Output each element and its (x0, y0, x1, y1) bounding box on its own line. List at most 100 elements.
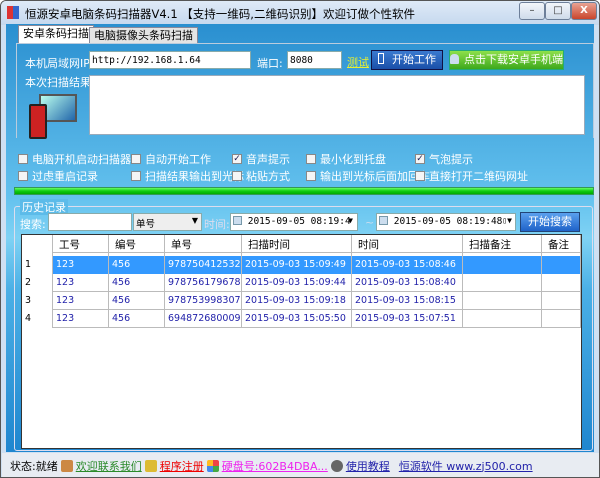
table-row[interactable]: 4 123 456 6948726800099 2015-09-03 15:05:50 2… (22, 310, 581, 328)
progress-bar (14, 187, 594, 195)
option-label: 扫描结果输出到光标 (145, 170, 244, 183)
checkbox-icon (415, 171, 425, 181)
checkbox-icon (131, 154, 141, 164)
column-header[interactable]: 扫描时间 (242, 235, 352, 256)
grid-cell: 9787504125323 (165, 256, 242, 274)
ip-input[interactable] (89, 51, 251, 69)
search-input[interactable] (48, 213, 132, 231)
title-bar: 恒源安卓电脑条码扫描器V4.1 【支持一维码,二维码识别】欢迎订做个性软件 – … (1, 1, 599, 25)
column-header[interactable]: 扫描备注 (463, 235, 542, 256)
register-link[interactable]: 程序注册 (160, 458, 204, 474)
checkbox-icon (306, 171, 316, 181)
checkbox-icon (233, 216, 242, 225)
lock-icon (144, 459, 157, 472)
status-bar: 状态:就绪 欢迎联系我们 程序注册 硬盘号:602B4DBA... 使用教程 恒… (2, 453, 599, 477)
option-checkbox[interactable]: 粘贴方式 (232, 168, 290, 184)
port-label: 端口: (257, 57, 283, 70)
date-from-value: 2015-09-05 08:19:4 (247, 216, 351, 227)
table-row[interactable]: 2 123 456 9787561796788 2015-09-03 15:09:44 2… (22, 274, 581, 292)
checkbox-icon: ✓ (415, 154, 425, 164)
result-label: 本次扫描结果: (25, 76, 95, 89)
field-select-value: 单号 (136, 219, 156, 230)
column-header[interactable]: 备注 (542, 235, 581, 256)
grid-cell: 9787539983073 (165, 292, 242, 310)
grid-cell: 456 (109, 274, 165, 292)
tab-camera-scan[interactable]: 电脑摄像头条码扫描 (89, 27, 198, 43)
grid-cell: 456 (109, 310, 165, 328)
download-android-button[interactable]: 点击下载安卓手机端 (449, 50, 564, 70)
start-work-button[interactable]: 开始工作 (371, 50, 443, 70)
scan-panel: 本机局域网IP: 端口: 测试 开始工作 点击下载安卓手机端 本次扫描结果: (16, 43, 594, 139)
date-to-value: 2015-09-05 08:19:48 (393, 216, 503, 227)
field-select[interactable]: 单号 ▼ (133, 213, 202, 231)
option-label: 过虑重启记录 (32, 170, 98, 183)
grid-cell: 123 (53, 292, 109, 310)
option-checkbox[interactable]: 自动开始工作 (131, 151, 211, 167)
option-checkbox[interactable]: 过虑重启记录 (18, 168, 98, 184)
contact-link[interactable]: 欢迎联系我们 (76, 458, 142, 474)
table-row[interactable]: 3 123 456 9787539983073 2015-09-03 15:09:18 2… (22, 292, 581, 310)
port-input[interactable] (287, 51, 342, 69)
column-header[interactable]: 工号 (53, 235, 109, 256)
grid-cell (463, 310, 542, 328)
app-window: 恒源安卓电脑条码扫描器V4.1 【支持一维码,二维码识别】欢迎订做个性软件 – … (0, 0, 600, 478)
option-checkbox[interactable]: 扫描结果输出到光标 (131, 168, 244, 184)
phone-scan-illustration (27, 94, 79, 139)
option-checkbox[interactable]: 电脑开机启动扫描器 (18, 151, 131, 167)
option-checkbox[interactable]: ✓ 音声提示 (232, 151, 290, 167)
row-number: 2 (22, 274, 53, 292)
start-search-button[interactable]: 开始搜索 (520, 212, 580, 232)
grid-cell: 6948726800099 (165, 310, 242, 328)
grid-cell: 123 (53, 310, 109, 328)
grid-cell: 2015-09-03 15:08:46 (352, 256, 463, 274)
option-checkbox[interactable]: 输出到光标后面加回车 (306, 168, 430, 184)
option-label: 电脑开机启动扫描器 (32, 153, 131, 166)
contact-icon (60, 459, 73, 472)
column-header[interactable]: 单号 (165, 235, 242, 256)
option-checkbox[interactable]: ✓ 气泡提示 (415, 151, 473, 167)
table-row[interactable]: 1 123 456 9787504125323 2015-09-03 15:09:49 2… (22, 256, 581, 274)
date-from-picker[interactable]: 2015-09-05 08:19:4 ▼ (230, 213, 358, 231)
option-label: 音声提示 (246, 153, 290, 166)
row-header-corner[interactable] (22, 235, 53, 256)
grid-cell (542, 256, 581, 274)
grid-cell: 2015-09-03 15:08:40 (352, 274, 463, 292)
option-label: 粘贴方式 (246, 170, 290, 183)
checkbox-icon (18, 154, 28, 164)
grid-cell: 2015-09-03 15:08:15 (352, 292, 463, 310)
option-checkbox[interactable]: 直接打开二维码网址 (415, 168, 528, 184)
column-header[interactable]: 时间 (352, 235, 463, 256)
test-link[interactable]: 测试 (347, 54, 369, 70)
search-label: 搜索: (20, 218, 46, 231)
calendar-dropdown-icon: ▯▼ (502, 216, 512, 225)
disk-id-link[interactable]: 硬盘号:602B4DBA... (222, 458, 328, 474)
grid-cell: 2015-09-03 15:09:49 (242, 256, 352, 274)
option-checkbox[interactable]: 最小化到托盘 (306, 151, 386, 167)
chevron-down-icon: ▼ (348, 216, 353, 225)
tutorial-link[interactable]: 使用教程 (346, 458, 390, 474)
option-label: 直接打开二维码网址 (429, 170, 528, 183)
checkbox-icon (18, 171, 28, 181)
option-label: 自动开始工作 (145, 153, 211, 166)
download-label: 点击下载安卓手机端 (464, 53, 563, 66)
date-to-picker[interactable]: 2015-09-05 08:19:48 ▯▼ (376, 213, 516, 231)
option-label: 输出到光标后面加回车 (320, 170, 430, 183)
chevron-down-icon: ▼ (191, 216, 198, 225)
checkbox-icon (379, 216, 388, 225)
scan-result-textarea[interactable] (89, 75, 585, 135)
row-number: 3 (22, 292, 53, 310)
option-label: 最小化到托盘 (320, 153, 386, 166)
grid-cell (542, 274, 581, 292)
history-grid: 工号 编号 单号 扫描时间 时间 扫描备注 备注 1 123 456 9787504125323 20… (21, 234, 582, 449)
status-text: 状态:就绪 (10, 459, 58, 473)
film-reel-icon (330, 459, 343, 472)
option-label: 气泡提示 (429, 153, 473, 166)
column-header[interactable]: 编号 (109, 235, 165, 256)
maximize-button[interactable]: □ (545, 2, 571, 20)
close-button[interactable]: X (571, 2, 597, 20)
minimize-button[interactable]: – (519, 2, 545, 20)
website-link[interactable]: 恒源软件 www.zj500.com (399, 458, 533, 474)
row-number: 1 (22, 256, 53, 274)
tab-android-scan[interactable]: 安卓条码扫描 (18, 25, 94, 43)
grid-cell (463, 256, 542, 274)
